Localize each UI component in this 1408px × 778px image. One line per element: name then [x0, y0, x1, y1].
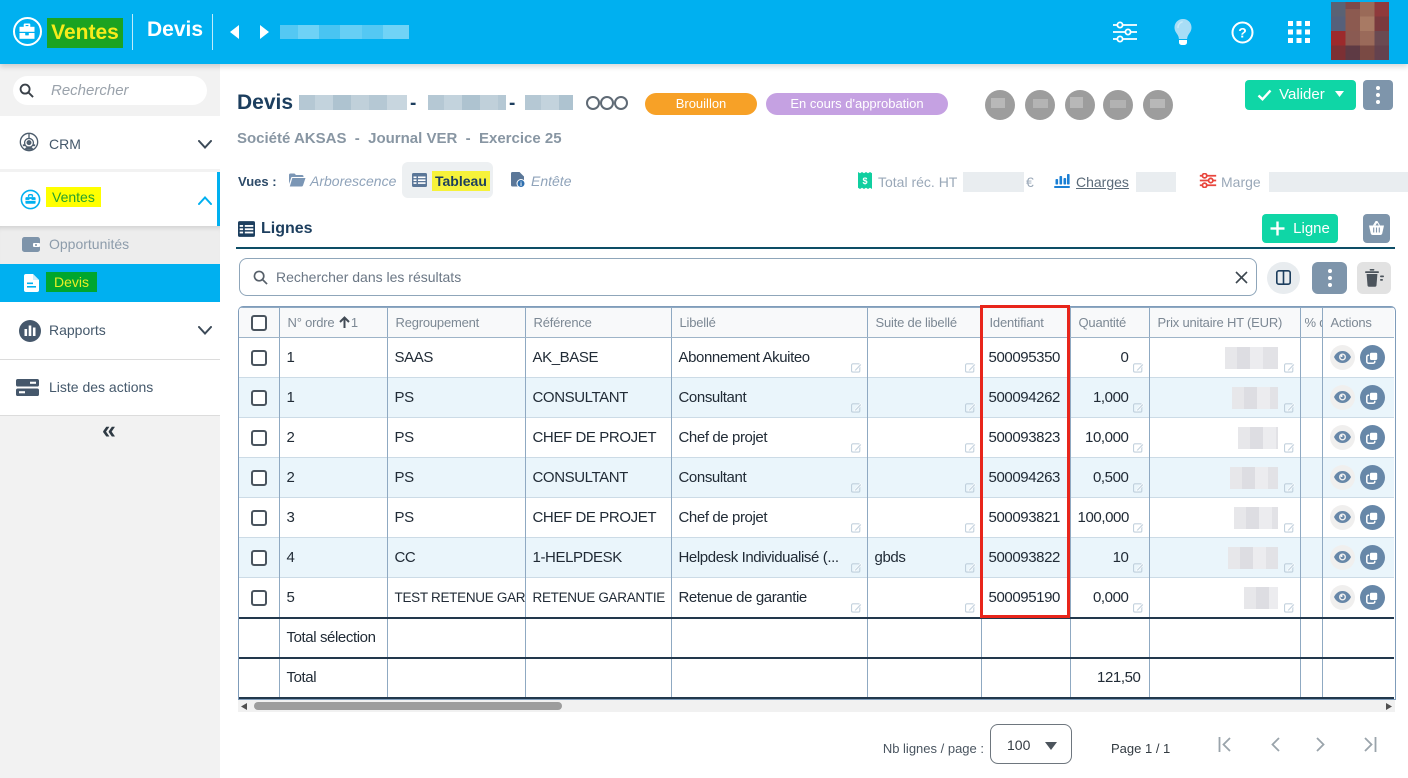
svg-text:?: ? — [1238, 25, 1247, 41]
svg-text:$: $ — [862, 176, 867, 186]
svg-text:i: i — [520, 181, 522, 188]
